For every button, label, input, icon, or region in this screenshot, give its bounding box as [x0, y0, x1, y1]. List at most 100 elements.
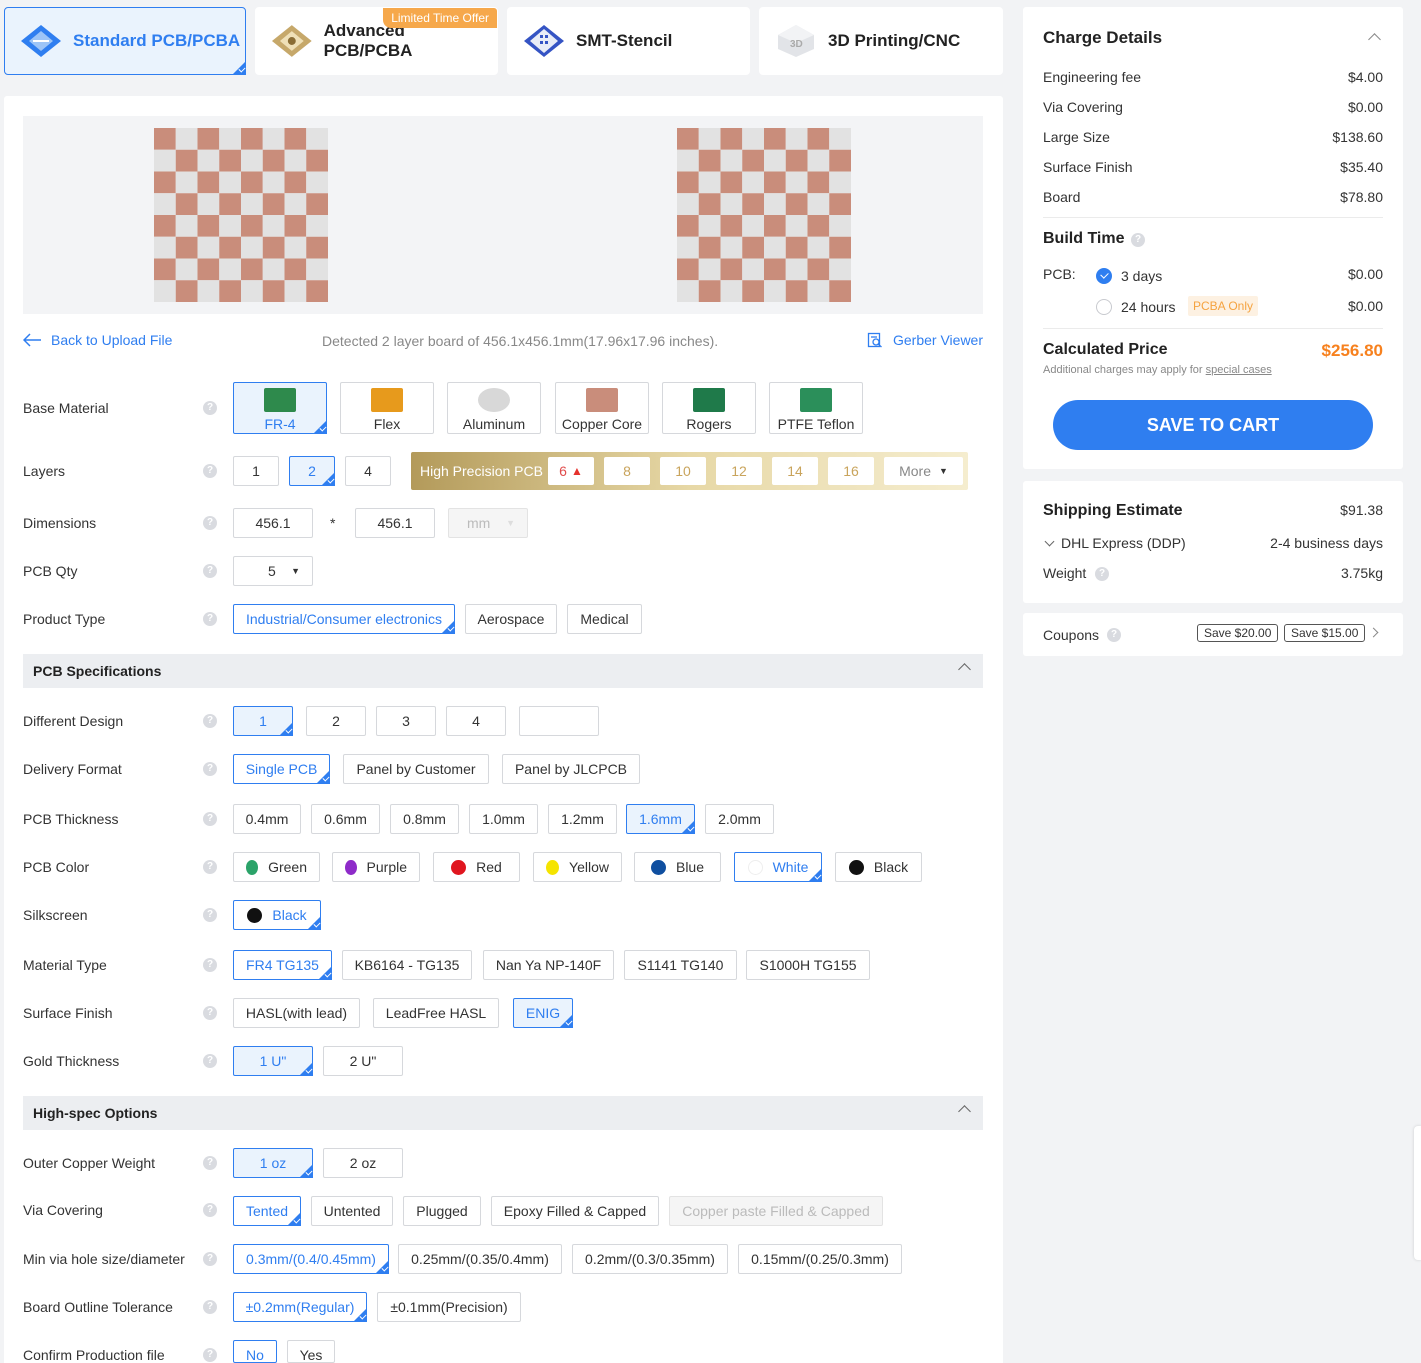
product-type-aerospace[interactable]: Aerospace	[465, 604, 557, 634]
tab-3d-printing[interactable]: 3D 3D Printing/CNC	[759, 7, 1003, 75]
thickness-option-1.6[interactable]: 1.6mm	[626, 804, 695, 834]
layers-option-10[interactable]: 10	[660, 457, 706, 485]
copper-1oz[interactable]: 1 oz	[233, 1148, 313, 1178]
help-icon[interactable]: ?	[203, 860, 217, 874]
base-material-ptfe[interactable]: PTFE Teflon	[769, 382, 863, 434]
min-via-0.15[interactable]: 0.15mm/(0.25/0.3mm)	[738, 1244, 902, 1274]
side-scroll-handle[interactable]	[1414, 1126, 1421, 1260]
delivery-single-pcb[interactable]: Single PCB	[233, 754, 330, 784]
via-untented[interactable]: Untented	[311, 1196, 393, 1226]
via-epoxy-filled[interactable]: Epoxy Filled & Capped	[491, 1196, 659, 1226]
layers-option-4[interactable]: 4	[345, 456, 391, 486]
base-material-copper-core[interactable]: Copper Core	[555, 382, 649, 434]
gold-1u[interactable]: 1 U"	[233, 1046, 313, 1076]
color-option-purple[interactable]: Purple	[332, 852, 420, 882]
help-icon[interactable]: ?	[203, 714, 217, 728]
design-option-2[interactable]: 2	[306, 706, 366, 736]
color-option-green[interactable]: Green	[233, 852, 320, 882]
help-icon[interactable]: ?	[203, 812, 217, 826]
tab-advanced-pcb[interactable]: Advanced PCB/PCBA Limited Time Offer	[255, 7, 498, 75]
tab-smt-stencil[interactable]: SMT-Stencil	[507, 7, 750, 75]
thickness-option-1.0[interactable]: 1.0mm	[469, 804, 538, 834]
min-via-0.2[interactable]: 0.2mm/(0.3/0.35mm)	[572, 1244, 728, 1274]
help-icon[interactable]: ?	[203, 1252, 217, 1266]
thickness-option-0.4[interactable]: 0.4mm	[233, 804, 301, 834]
design-option-1[interactable]: 1	[233, 706, 293, 736]
color-option-blue[interactable]: Blue	[634, 852, 721, 882]
product-type-medical[interactable]: Medical	[567, 604, 642, 634]
layers-option-6[interactable]: 6 ▲	[548, 457, 594, 485]
color-option-yellow[interactable]: Yellow	[533, 852, 622, 882]
thickness-option-2.0[interactable]: 2.0mm	[705, 804, 774, 834]
layers-option-12[interactable]: 12	[716, 457, 762, 485]
help-icon[interactable]: ?	[203, 1054, 217, 1068]
layers-option-16[interactable]: 16	[828, 457, 874, 485]
finish-enig[interactable]: ENIG	[513, 998, 573, 1028]
gerber-viewer-link[interactable]: Gerber Viewer	[867, 332, 983, 348]
thickness-option-0.6[interactable]: 0.6mm	[311, 804, 380, 834]
high-spec-section[interactable]: High-spec Options	[23, 1096, 983, 1130]
gold-2u[interactable]: 2 U"	[323, 1046, 403, 1076]
layers-more-dropdown[interactable]: More ▼	[884, 457, 963, 485]
base-material-aluminum[interactable]: Aluminum	[447, 382, 541, 434]
tolerance-regular[interactable]: ±0.2mm(Regular)	[233, 1292, 367, 1322]
tab-standard-pcb[interactable]: Standard PCB/PCBA	[4, 7, 246, 75]
coupon-badge[interactable]: Save $20.00	[1197, 624, 1279, 642]
save-to-cart-button[interactable]: SAVE TO CART	[1053, 400, 1373, 450]
delivery-panel-jlcpcb[interactable]: Panel by JLCPCB	[502, 754, 640, 784]
color-option-red[interactable]: Red	[433, 852, 520, 882]
thickness-option-0.8[interactable]: 0.8mm	[390, 804, 459, 834]
back-to-upload-link[interactable]: Back to Upload File	[23, 332, 172, 348]
material-s1000h[interactable]: S1000H TG155	[746, 950, 870, 980]
help-icon[interactable]: ?	[203, 564, 217, 578]
via-tented[interactable]: Tented	[233, 1196, 301, 1226]
layers-option-2[interactable]: 2	[289, 456, 335, 486]
material-s1141[interactable]: S1141 TG140	[624, 950, 737, 980]
pcb-specifications-section[interactable]: PCB Specifications	[23, 654, 983, 688]
color-option-white[interactable]: White	[734, 852, 822, 882]
product-type-industrial[interactable]: Industrial/Consumer electronics	[233, 604, 455, 634]
special-cases-link[interactable]: special cases	[1206, 364, 1272, 376]
help-icon[interactable]: ?	[203, 464, 217, 478]
min-via-0.3[interactable]: 0.3mm/(0.4/0.45mm)	[233, 1244, 389, 1274]
material-nanya[interactable]: Nan Ya NP-140F	[483, 950, 614, 980]
finish-leadfree-hasl[interactable]: LeadFree HASL	[373, 998, 499, 1028]
dimension-height-input[interactable]: 456.1	[355, 508, 435, 538]
coupon-badge[interactable]: Save $15.00	[1284, 624, 1366, 642]
help-icon[interactable]: ?	[203, 1006, 217, 1020]
color-option-black[interactable]: Black	[835, 852, 922, 882]
help-icon[interactable]: ?	[1107, 628, 1121, 642]
layers-option-14[interactable]: 14	[772, 457, 818, 485]
thickness-option-1.2[interactable]: 1.2mm	[548, 804, 617, 834]
help-icon[interactable]: ?	[203, 1203, 217, 1217]
material-fr4-tg135[interactable]: FR4 TG135	[233, 950, 332, 980]
design-option-4[interactable]: 4	[446, 706, 506, 736]
help-icon[interactable]: ?	[203, 1348, 217, 1362]
via-plugged[interactable]: Plugged	[403, 1196, 481, 1226]
confirm-no[interactable]: No	[233, 1340, 277, 1363]
help-icon[interactable]: ?	[203, 958, 217, 972]
confirm-yes[interactable]: Yes	[287, 1340, 335, 1363]
material-kb6164[interactable]: KB6164 - TG135	[342, 950, 472, 980]
base-material-fr4[interactable]: FR-4	[233, 382, 327, 434]
help-icon[interactable]: ?	[203, 612, 217, 626]
help-icon[interactable]: ?	[203, 908, 217, 922]
min-via-0.25[interactable]: 0.25mm/(0.35/0.4mm)	[398, 1244, 562, 1274]
build-24hours-radio[interactable]	[1096, 299, 1112, 315]
dimension-unit-select[interactable]: mm ▼	[448, 508, 528, 538]
base-material-rogers[interactable]: Rogers	[662, 382, 756, 434]
help-icon[interactable]: ?	[1095, 567, 1109, 581]
finish-hasl-lead[interactable]: HASL(with lead)	[233, 998, 360, 1028]
silkscreen-option-black[interactable]: Black	[233, 900, 321, 930]
delivery-panel-customer[interactable]: Panel by Customer	[343, 754, 489, 784]
help-icon[interactable]: ?	[203, 1300, 217, 1314]
help-icon[interactable]: ?	[203, 401, 217, 415]
design-option-3[interactable]: 3	[376, 706, 436, 736]
build-3days-radio[interactable]	[1096, 268, 1112, 284]
base-material-flex[interactable]: Flex	[340, 382, 434, 434]
help-icon[interactable]: ?	[203, 1156, 217, 1170]
copper-2oz[interactable]: 2 oz	[323, 1148, 403, 1178]
layers-option-1[interactable]: 1	[233, 456, 279, 486]
dimension-width-input[interactable]: 456.1	[233, 508, 313, 538]
help-icon[interactable]: ?	[203, 762, 217, 776]
